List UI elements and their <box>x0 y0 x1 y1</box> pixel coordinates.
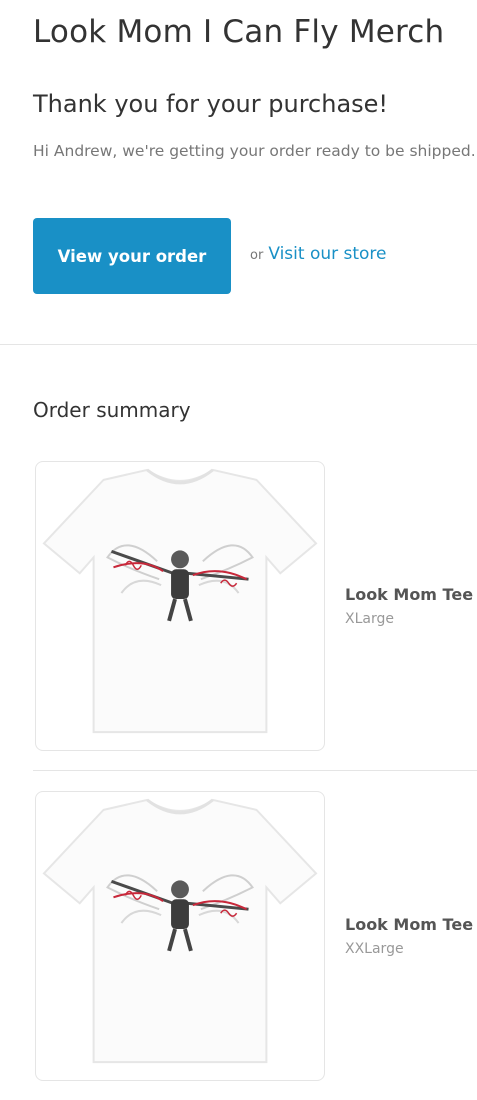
section-divider <box>0 344 477 345</box>
or-label: or <box>250 248 264 263</box>
thank-you-heading: Thank you for your purchase! <box>33 90 389 118</box>
line-item-divider <box>33 770 477 771</box>
order-summary-heading: Order summary <box>33 398 191 422</box>
product-variant: XXLarge <box>345 941 404 957</box>
tshirt-skeleton-print-icon <box>42 798 318 1064</box>
secondary-action: or Visit our store <box>250 244 387 264</box>
product-variant: XLarge <box>345 611 394 627</box>
tshirt-skeleton-print-icon <box>42 468 318 734</box>
store-title: Look Mom I Can Fly Merch <box>33 14 445 50</box>
product-title: Look Mom Tee <box>345 585 474 604</box>
visit-store-link[interactable]: Visit our store <box>268 244 386 264</box>
product-image <box>35 461 325 751</box>
product-image <box>35 791 325 1081</box>
product-title: Look Mom Tee <box>345 915 474 934</box>
order-status-message: Hi Andrew, we're getting your order read… <box>33 142 477 160</box>
view-order-button[interactable]: View your order <box>33 218 231 294</box>
